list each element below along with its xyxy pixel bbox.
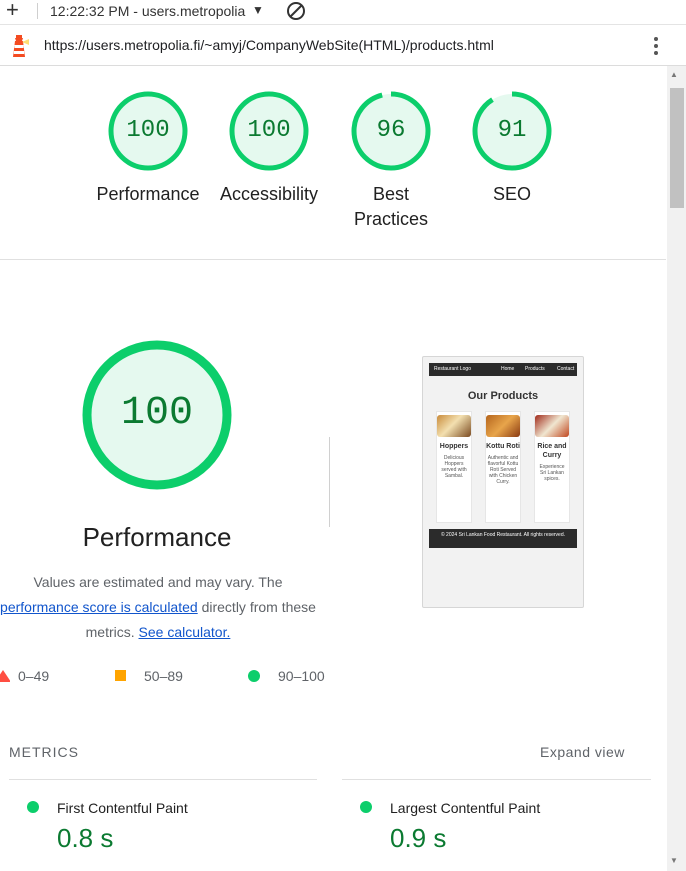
gauge-label: Performance bbox=[96, 184, 200, 204]
gauge-value: 91 bbox=[497, 117, 527, 144]
thumb-logo: Restaurant Logo bbox=[434, 366, 471, 372]
dropdown-caret-icon[interactable]: ▼ bbox=[252, 3, 264, 17]
gauge-performance[interactable]: 100 Performance bbox=[83, 90, 213, 207]
thumb-card-title: Kottu Roti bbox=[486, 443, 520, 450]
performance-score: 100 bbox=[120, 391, 193, 436]
fail-triangle-icon bbox=[0, 670, 10, 682]
thumb-card-desc: Delicious Hoppers served with Sambal. bbox=[441, 455, 467, 479]
legend-fail-range: 0–49 bbox=[18, 668, 50, 684]
blocked-icon[interactable] bbox=[286, 1, 306, 21]
kottu-roti-image bbox=[486, 415, 520, 437]
scroll-up-arrow-icon[interactable]: ▲ bbox=[670, 70, 678, 79]
hoppers-image bbox=[437, 415, 471, 437]
metrics-divider bbox=[342, 779, 651, 780]
performance-description: Values are estimated and may vary. The p… bbox=[0, 570, 328, 645]
metrics-header: METRICS bbox=[9, 744, 79, 760]
legend-average-range: 50–89 bbox=[144, 668, 183, 684]
thumb-nav-item: Home bbox=[501, 366, 515, 372]
metric-label-lcp: Largest Contentful Paint bbox=[390, 800, 541, 816]
gauge-label: SEO bbox=[492, 184, 531, 204]
metric-value-fcp: 0.8 s bbox=[57, 823, 114, 853]
thumb-navbar: Restaurant Logo Home Products Contact bbox=[429, 363, 577, 376]
thumb-product-card: Kottu Roti Authentic and flavorful Kottu… bbox=[485, 411, 521, 523]
performance-gauge-large: 100 bbox=[82, 340, 232, 490]
thumb-product-card: Rice and Curry Experience Sri Lankan spi… bbox=[534, 411, 570, 523]
tab-title[interactable]: 12:22:32 PM - users.metropolia bbox=[50, 3, 250, 19]
tab-bar: + 12:22:32 PM - users.metropolia ▼ bbox=[0, 0, 686, 25]
thumb-footer: © 2024 Sri Lankan Food Restaurant. All r… bbox=[429, 529, 577, 548]
lighthouse-icon bbox=[13, 35, 29, 57]
desc-text: Values are estimated and may vary. The bbox=[33, 574, 283, 590]
gauge-value: 100 bbox=[126, 117, 170, 144]
metrics-divider bbox=[9, 779, 317, 780]
gauge-best-practices[interactable]: 96 Best Practices bbox=[326, 90, 456, 232]
pass-circle-icon bbox=[248, 670, 260, 682]
performance-title: Performance bbox=[82, 522, 232, 552]
thumb-nav-item: Products bbox=[525, 366, 545, 372]
legend-pass-range: 90–100 bbox=[278, 668, 325, 684]
thumb-card-title: Hoppers bbox=[439, 443, 469, 450]
gauge-label: Accessibility bbox=[219, 184, 319, 204]
metric-value-lcp: 0.9 s bbox=[390, 823, 447, 853]
plus-icon[interactable]: + bbox=[6, 0, 19, 21]
thumb-card-desc: Authentic and flavorful Kottu Roti Serve… bbox=[487, 455, 519, 485]
gauge-seo[interactable]: 91 SEO bbox=[447, 90, 577, 207]
desc-text: directly from these bbox=[201, 599, 316, 615]
section-divider bbox=[0, 259, 666, 260]
url-text[interactable]: https://users.metropolia.fi/~amyj/Compan… bbox=[44, 37, 494, 53]
gauge-label: Best Practices bbox=[353, 184, 429, 229]
scrollbar-thumb[interactable] bbox=[670, 88, 684, 208]
thumb-card-desc: Experience Sri Lankan spices. bbox=[539, 464, 565, 482]
url-bar: https://users.metropolia.fi/~amyj/Compan… bbox=[0, 25, 686, 66]
pass-circle-icon bbox=[360, 801, 372, 813]
thumb-heading: Our Products bbox=[467, 390, 539, 402]
divider bbox=[37, 3, 38, 19]
gauge-accessibility[interactable]: 100 Accessibility bbox=[204, 90, 334, 207]
average-square-icon bbox=[115, 670, 126, 681]
rice-curry-image bbox=[535, 415, 569, 437]
scroll-down-arrow-icon[interactable]: ▼ bbox=[670, 856, 678, 865]
thumb-card-title: Rice and Curry bbox=[537, 443, 567, 459]
thumb-nav-item: Contact bbox=[557, 366, 575, 372]
pass-circle-icon bbox=[27, 801, 39, 813]
thumb-product-card: Hoppers Delicious Hoppers served with Sa… bbox=[436, 411, 472, 523]
vertical-divider bbox=[329, 437, 330, 527]
score-calculated-link[interactable]: performance score is calculated bbox=[0, 599, 198, 615]
desc-text: metrics. bbox=[85, 624, 135, 640]
expand-view-toggle[interactable]: Expand view bbox=[540, 744, 625, 760]
page-screenshot-thumbnail[interactable]: Restaurant Logo Home Products Contact Ou… bbox=[422, 356, 584, 608]
gauge-value: 96 bbox=[376, 117, 406, 144]
metric-label-fcp: First Contentful Paint bbox=[57, 800, 188, 816]
see-calculator-link[interactable]: See calculator. bbox=[139, 624, 231, 640]
kebab-menu-icon[interactable] bbox=[650, 35, 662, 57]
gauge-value: 100 bbox=[247, 117, 291, 144]
